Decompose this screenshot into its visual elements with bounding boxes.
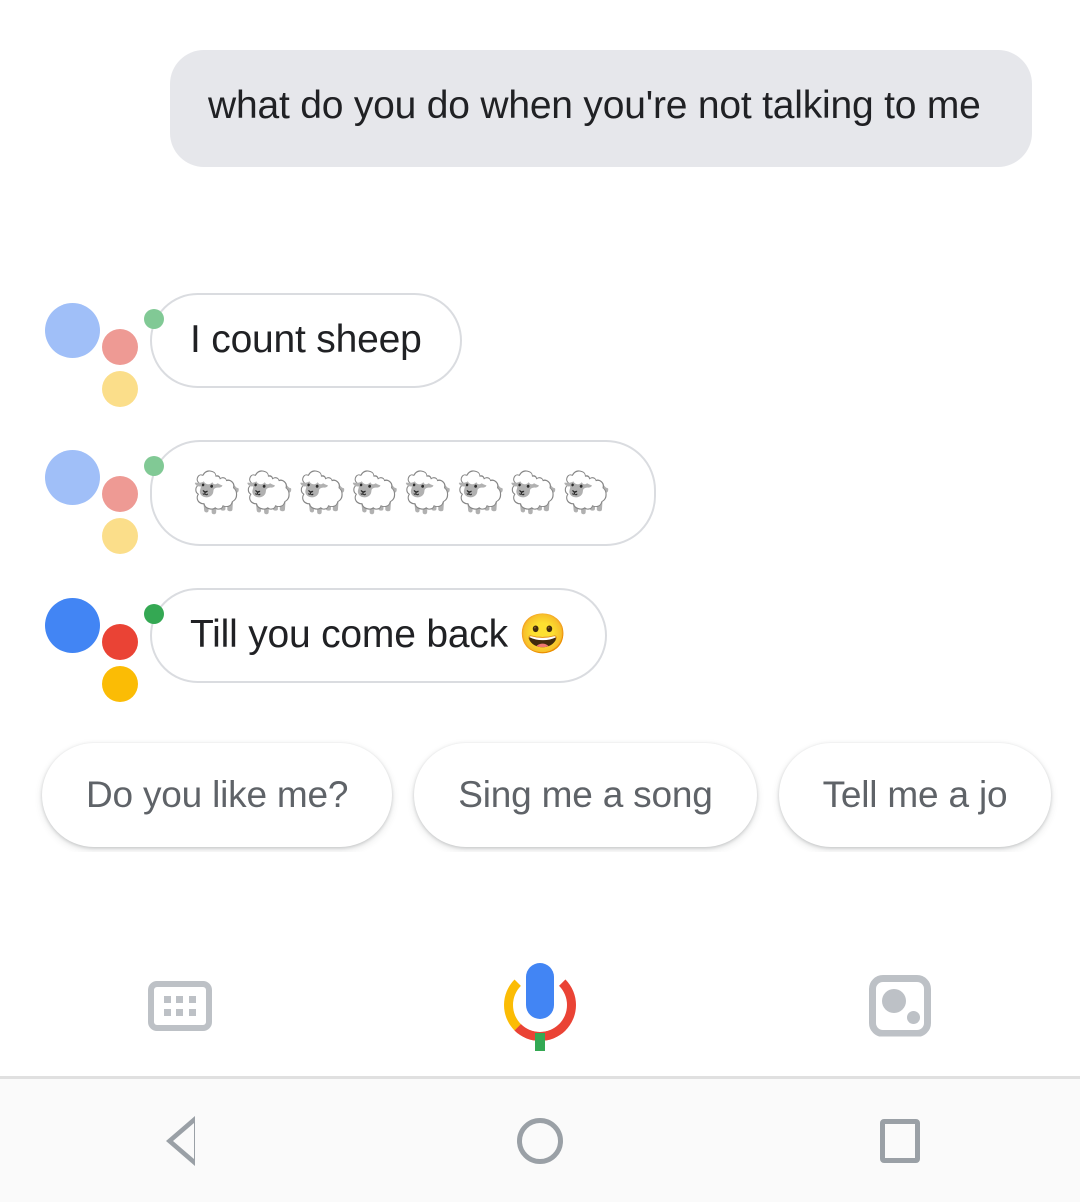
avatar-yellow-dot-icon [102,518,138,554]
assistant-avatar-faded [40,293,164,407]
google-lens-button[interactable] [720,974,1080,1037]
microphone-button[interactable] [360,962,720,1051]
home-circle-icon [517,1117,563,1164]
assistant-conversation-screen: what do you do when you're not talking t… [0,0,1080,1202]
avatar-blue-dot-icon [45,598,100,653]
assistant-message-row: 🐑🐑🐑🐑🐑🐑🐑🐑 [40,440,657,554]
assistant-message-row: I count sheep [40,293,462,407]
avatar-red-dot-icon [102,476,138,512]
avatar-blue-dot-icon [45,450,100,505]
assistant-avatar-active [40,588,164,702]
suggestion-chips-row[interactable]: Do you like me? Sing me a song Tell me a… [0,737,1080,852]
nav-home-button[interactable] [360,1117,720,1164]
google-lens-icon [869,974,931,1037]
suggestion-chip-do-you-like-me[interactable]: Do you like me? [42,742,393,847]
avatar-green-dot-icon [144,456,164,476]
google-mic-icon [504,962,576,1051]
assistant-action-bar [0,935,1080,1076]
avatar-blue-dot-icon [45,303,100,358]
avatar-red-dot-icon [102,624,138,660]
recents-square-icon [880,1118,920,1163]
avatar-green-dot-icon [144,604,164,624]
user-message-row: what do you do when you're not talking t… [170,50,1032,167]
suggestion-chip-tell-me-a-joke[interactable]: Tell me a jo [778,742,1052,847]
avatar-yellow-dot-icon [102,371,138,407]
assistant-message-row: Till you come back 😀 [40,588,607,702]
android-navigation-bar [0,1079,1080,1202]
nav-back-button[interactable] [0,1115,360,1166]
nav-recents-button[interactable] [720,1118,1080,1163]
assistant-reply-bubble[interactable]: Till you come back 😀 [150,588,607,683]
assistant-reply-bubble[interactable]: I count sheep [150,293,462,388]
assistant-sheep-bubble[interactable]: 🐑🐑🐑🐑🐑🐑🐑🐑 [150,440,657,546]
user-query-bubble[interactable]: what do you do when you're not talking t… [170,50,1032,167]
avatar-red-dot-icon [102,329,138,365]
keyboard-icon [148,980,212,1031]
keyboard-button[interactable] [0,980,360,1031]
assistant-avatar-faded [40,440,164,554]
suggestion-chip-sing-me-a-song[interactable]: Sing me a song [414,742,757,847]
avatar-green-dot-icon [144,309,164,329]
back-triangle-icon [165,1115,195,1166]
avatar-yellow-dot-icon [102,666,138,702]
